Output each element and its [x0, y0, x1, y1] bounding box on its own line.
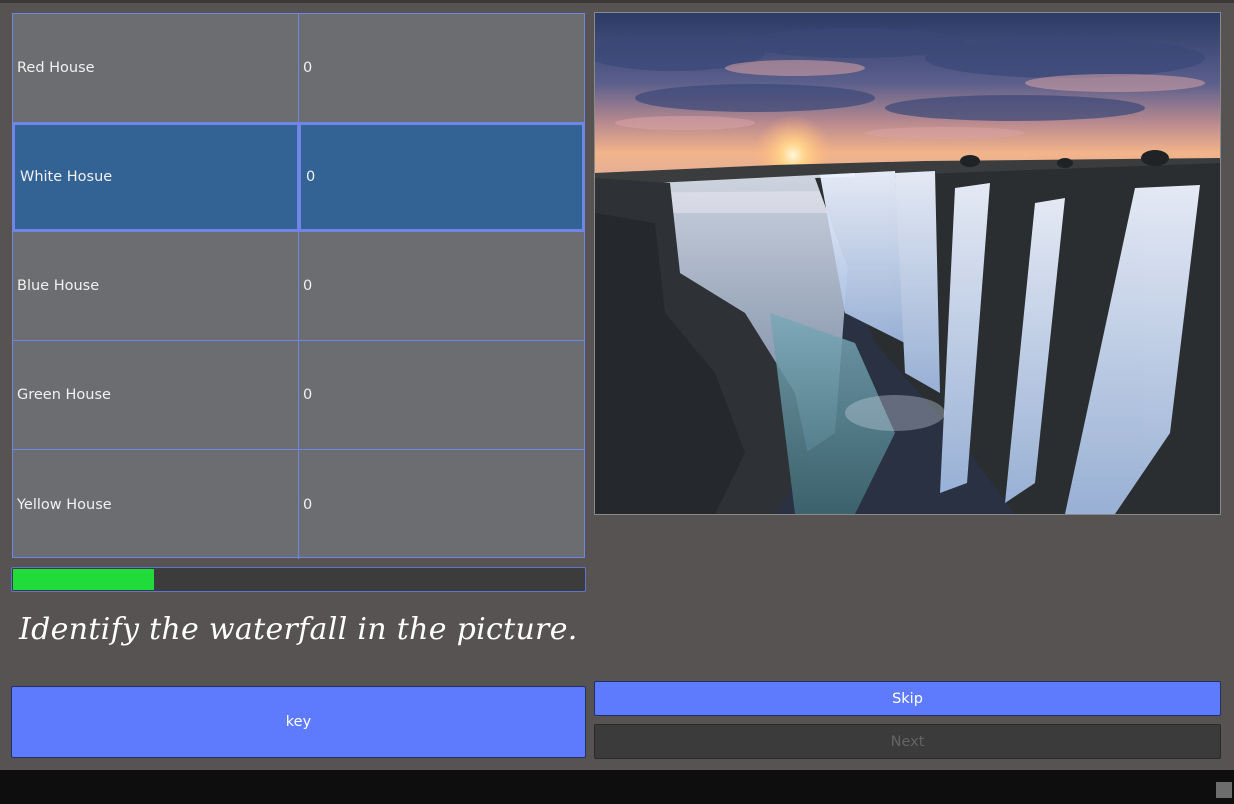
house-name-cell[interactable]: White Hosue [13, 123, 299, 231]
house-name-cell[interactable]: Green House [13, 341, 299, 449]
timer-progress-fill [13, 569, 155, 590]
table-row-red-house[interactable]: Red House 0 [13, 14, 584, 123]
key-button[interactable]: key [11, 686, 586, 758]
skip-button[interactable]: Skip [594, 681, 1221, 716]
house-name-cell[interactable]: Yellow House [13, 450, 299, 559]
table-row-yellow-house[interactable]: Yellow House 0 [13, 450, 584, 559]
house-score-cell[interactable]: 0 [299, 450, 584, 559]
house-score-cell[interactable]: 0 [299, 341, 584, 449]
bottom-bar [0, 770, 1234, 804]
quiz-app-window: Red House 0 White Hosue 0 Blue House 0 G… [0, 0, 1234, 804]
next-button[interactable]: Next [594, 724, 1221, 759]
timer-progress-bar [11, 567, 586, 592]
table-row-green-house[interactable]: Green House 0 [13, 341, 584, 450]
house-score-cell[interactable]: 0 [299, 14, 584, 122]
question-image-waterfall [594, 12, 1221, 515]
window-top-border [0, 0, 1234, 3]
waterfall-photo [595, 13, 1220, 514]
house-name-cell[interactable]: Blue House [13, 232, 299, 340]
house-score-table: Red House 0 White Hosue 0 Blue House 0 G… [12, 13, 585, 559]
table-row-blue-house[interactable]: Blue House 0 [13, 232, 584, 341]
table-row-white-house[interactable]: White Hosue 0 [13, 123, 584, 232]
resize-grip-icon[interactable] [1216, 782, 1232, 798]
house-score-cell[interactable]: 0 [299, 232, 584, 340]
house-score-cell[interactable]: 0 [299, 123, 584, 231]
question-text: Identify the waterfall in the picture. [19, 612, 578, 647]
house-name-cell[interactable]: Red House [13, 14, 299, 122]
